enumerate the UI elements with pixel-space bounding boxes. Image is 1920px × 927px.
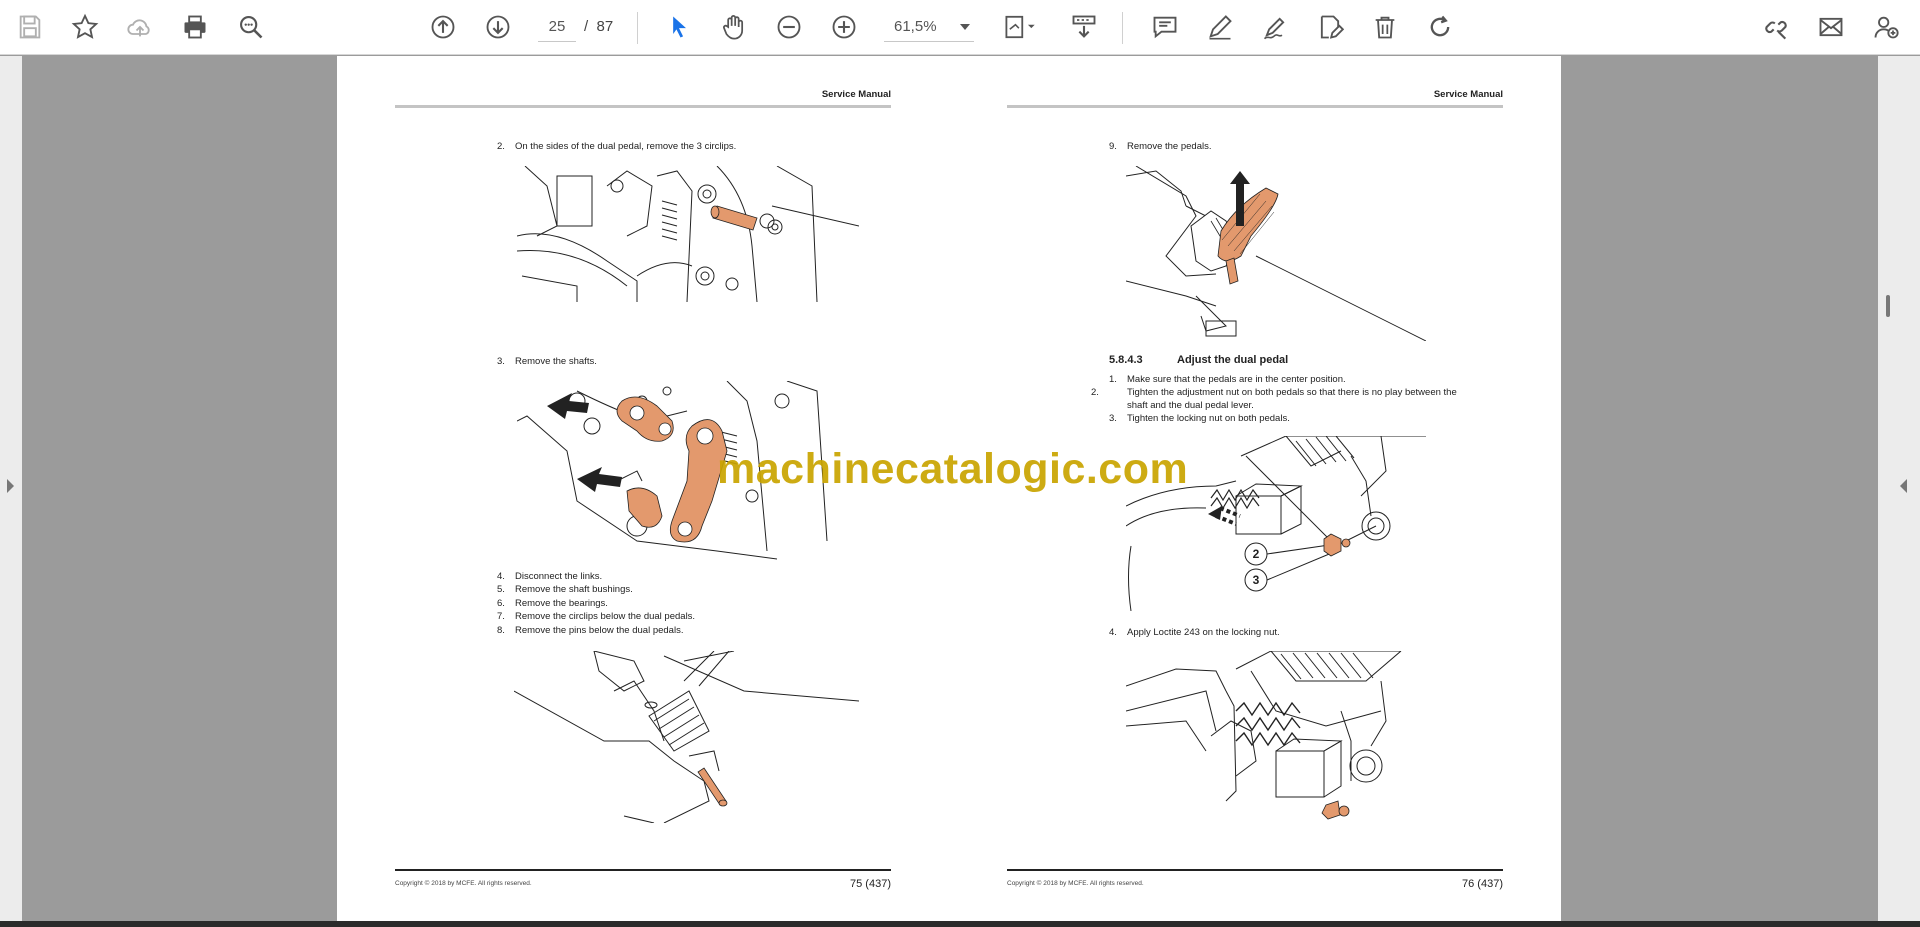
figure-pedals — [1126, 166, 1426, 341]
page-fit-icon[interactable] — [995, 7, 1045, 47]
step-item: 9. Remove the pedals. — [1109, 141, 1212, 152]
header-rule — [395, 105, 891, 108]
comment-icon[interactable] — [1145, 7, 1185, 47]
select-cursor-icon[interactable] — [659, 7, 699, 47]
zoom-out-icon[interactable] — [769, 7, 809, 47]
page-total: / 87 — [584, 18, 614, 35]
trash-icon[interactable] — [1365, 7, 1405, 47]
toolbar-divider — [637, 12, 638, 44]
toolbar: / 87 61,5% — [0, 0, 1920, 55]
left-panel-rail[interactable] — [0, 56, 22, 921]
page-header: Service Manual — [821, 89, 891, 100]
page-number: 76 (437) — [1462, 878, 1503, 890]
step-item: 2. On the sides of the dual pedal, remove… — [497, 141, 737, 152]
taskbar-edge — [0, 921, 1920, 927]
page-number-input[interactable] — [538, 12, 576, 42]
step-item: 5. Remove the shaft bushings. — [497, 584, 633, 595]
star-icon[interactable] — [65, 7, 105, 47]
scroll-mode-icon[interactable] — [1064, 7, 1104, 47]
chevron-down-icon — [960, 23, 970, 30]
add-user-icon[interactable] — [1866, 7, 1906, 47]
footer-rule — [1007, 869, 1503, 871]
page-down-icon[interactable] — [478, 7, 518, 47]
figure-pins — [514, 651, 859, 823]
print-icon[interactable] — [175, 7, 215, 47]
cloud-upload-icon[interactable] — [120, 7, 160, 47]
watermark: machinecatalogic.com — [717, 445, 1189, 493]
copyright: Copyright © 2018 by MCFE. All rights res… — [395, 880, 532, 887]
figure-loctite — [1126, 651, 1402, 820]
expand-left-icon[interactable] — [1900, 479, 1907, 493]
toolbar-divider — [1122, 12, 1123, 44]
mail-icon[interactable] — [1811, 7, 1851, 47]
pen-icon[interactable] — [1200, 7, 1240, 47]
rotate-icon[interactable] — [1420, 7, 1460, 47]
page-header: Service Manual — [1433, 89, 1503, 100]
figure-circlips — [517, 166, 859, 302]
step-item: 4. Apply Loctite 243 on the locking nut. — [1109, 627, 1280, 638]
section-heading: 5.8.4.3 Adjust the dual pedal — [1109, 354, 1289, 366]
expand-right-icon[interactable] — [7, 479, 14, 493]
step-item: 3. Tighten the locking nut on both pedals… — [1109, 413, 1290, 424]
step-item: 8. Remove the pins below the dual pedals. — [497, 625, 684, 636]
header-rule — [1007, 105, 1503, 108]
zoom-select[interactable]: 61,5% — [884, 12, 974, 42]
zoom-value: 61,5% — [894, 18, 937, 35]
scrollbar-thumb[interactable] — [1886, 295, 1890, 317]
page-up-icon[interactable] — [423, 7, 463, 47]
callout-label: 3 — [1253, 573, 1260, 587]
footer-rule — [395, 869, 891, 871]
step-item: 4. Disconnect the links. — [497, 571, 603, 582]
step-item: 3. Remove the shafts. — [497, 356, 597, 367]
sign-icon[interactable] — [1255, 7, 1295, 47]
edit-pdf-icon[interactable] — [1310, 7, 1350, 47]
zoom-search-icon[interactable] — [231, 7, 271, 47]
callout-label: 2 — [1253, 547, 1260, 561]
step-item: 2. Tighten the adjustment nut on both ped… — [1091, 387, 1457, 411]
copyright: Copyright © 2018 by MCFE. All rights res… — [1007, 880, 1144, 887]
step-item: 7. Remove the circlips below the dual ped… — [497, 611, 696, 622]
zoom-in-icon[interactable] — [824, 7, 864, 47]
hand-icon[interactable] — [714, 7, 754, 47]
page-number: 75 (437) — [850, 878, 891, 890]
step-item: 1. Make sure that the pedals are in the c… — [1109, 374, 1346, 385]
right-panel-rail[interactable] — [1878, 56, 1920, 921]
step-item: 6. Remove the bearings. — [497, 598, 608, 609]
link-icon[interactable] — [1756, 7, 1796, 47]
save-icon[interactable] — [10, 7, 50, 47]
